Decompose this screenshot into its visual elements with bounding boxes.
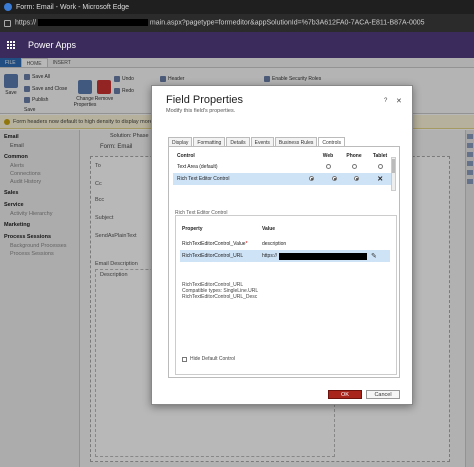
url-prefix: https://	[15, 19, 37, 27]
checkbox-icon[interactable]	[182, 356, 187, 362]
browser-titlebar: Form: Email - Work - Microsoft Edge	[0, 0, 474, 14]
redacted-block	[279, 252, 368, 260]
lock-icon	[4, 19, 11, 27]
property-row-selected[interactable]: RichTextEditorControl_URL https:// ✎	[180, 250, 390, 262]
edit-pencil-icon[interactable]: ✎	[371, 252, 377, 260]
controls-scrollbar[interactable]	[391, 157, 396, 191]
close-icon[interactable]: ✕	[396, 97, 402, 105]
phone-radio[interactable]	[341, 164, 367, 170]
controls-header: Control Web Phone Tablet	[173, 151, 393, 161]
app-header: Power Apps	[0, 32, 474, 58]
control-properties-group: Property Value RichTextEditorControl_Val…	[175, 215, 397, 375]
redacted-block	[37, 19, 148, 27]
property-value: https:// ✎	[262, 252, 377, 260]
waffle-icon[interactable]	[0, 32, 22, 58]
controls-table: Control Web Phone Tablet Text Area (defa…	[173, 151, 393, 185]
web-radio[interactable]	[315, 164, 341, 170]
app-name: Power Apps	[28, 40, 77, 50]
properties-header: Property Value	[180, 226, 390, 232]
control-name: Text Area (default)	[177, 164, 218, 170]
field-properties-dialog: Field Properties Modify this field's pro…	[151, 85, 413, 405]
web-radio[interactable]	[301, 176, 323, 182]
col-phone: Phone	[346, 153, 362, 159]
tablet-radio[interactable]	[367, 164, 393, 170]
phone-radio[interactable]	[323, 176, 345, 182]
control-row-selected[interactable]: Rich Text Editor Control ✕	[173, 173, 393, 185]
dialog-title: Field Properties	[166, 94, 244, 106]
col-property: Property	[182, 226, 203, 232]
url-suffix: main.aspx?pagetype=formeditor&appSolutio…	[149, 19, 425, 27]
col-value: Value	[262, 226, 276, 232]
col-web: Web	[322, 153, 334, 159]
property-name: RichTextEditorControl_Value*	[182, 241, 248, 247]
property-row[interactable]: RichTextEditorControl_Value* description	[180, 238, 390, 250]
control-name: Rich Text Editor Control	[177, 176, 230, 182]
property-value: description	[262, 241, 287, 247]
hide-default-checkbox[interactable]: Hide Default Control	[182, 356, 235, 362]
control-row[interactable]: Text Area (default)	[173, 161, 393, 173]
tablet-radio[interactable]	[345, 176, 367, 182]
property-name: RichTextEditorControl_URL	[182, 253, 244, 259]
dialog-subtitle: Modify this field's properties.	[166, 108, 236, 114]
remove-control-icon[interactable]: ✕	[367, 175, 393, 183]
url-text[interactable]: https:// main.aspx?pagetype=formeditor&a…	[15, 19, 425, 27]
window-title: Form: Email - Work - Microsoft Edge	[16, 3, 130, 11]
col-tablet: Tablet	[372, 153, 388, 159]
property-description: RichTextEditorControl_URL Compatible typ…	[182, 282, 259, 300]
ok-button[interactable]: OK	[328, 390, 362, 399]
help-icon[interactable]: ?	[384, 98, 387, 104]
address-bar[interactable]: https:// main.aspx?pagetype=formeditor&a…	[0, 14, 474, 32]
cancel-button[interactable]: Cancel	[366, 390, 400, 399]
col-control: Control	[177, 153, 195, 159]
edge-icon	[4, 3, 12, 11]
controls-panel: Control Web Phone Tablet Text Area (defa…	[168, 146, 400, 378]
